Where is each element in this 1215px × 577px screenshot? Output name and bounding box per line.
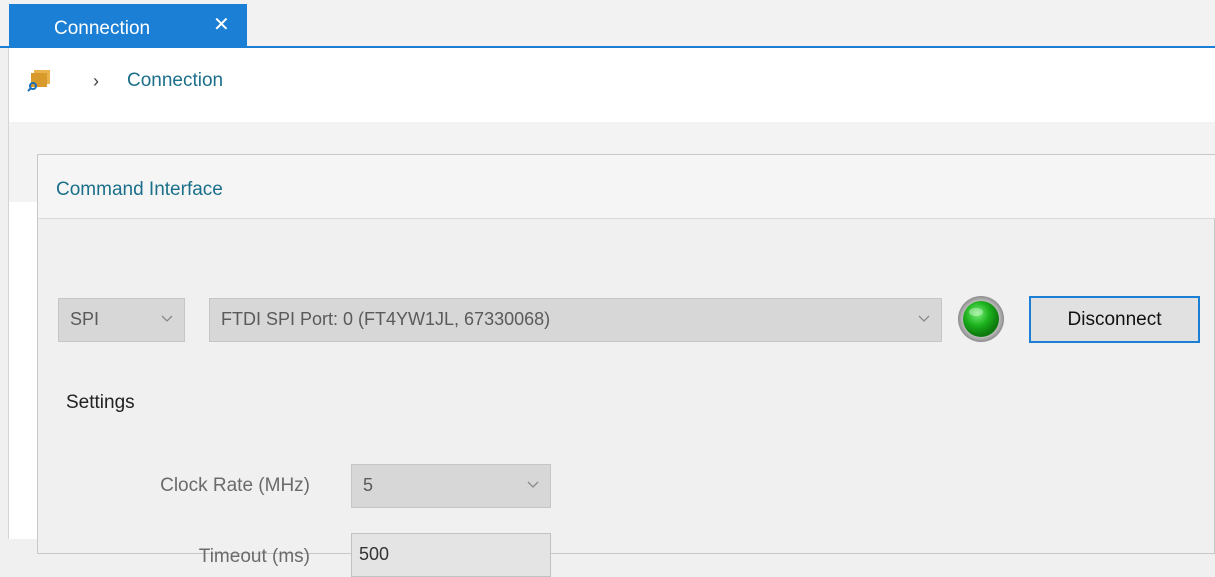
timeout-value: 500: [359, 544, 390, 564]
breadcrumb-current[interactable]: Connection: [127, 69, 223, 93]
chevron-down-icon: [527, 481, 539, 488]
connection-status-indicator: [958, 296, 1004, 342]
port-select[interactable]: FTDI SPI Port: 0 (FT4YW1JL, 67330068): [209, 298, 942, 342]
disconnect-button[interactable]: Disconnect: [1029, 296, 1200, 343]
clock-rate-value: 5: [363, 475, 374, 495]
interface-select-value: SPI: [70, 309, 100, 329]
timeout-input[interactable]: 500: [351, 533, 551, 577]
timeout-label: Timeout (ms): [198, 546, 310, 567]
tab-connection[interactable]: Connection ✕: [9, 4, 247, 46]
breadcrumb: › Connection: [9, 48, 1215, 122]
clock-rate-select[interactable]: 5: [351, 464, 551, 508]
tab-strip: Connection ✕: [0, 0, 1215, 48]
chevron-down-icon: [918, 315, 930, 322]
tab-label: Connection: [54, 18, 151, 39]
clock-rate-label: Clock Rate (MHz): [160, 475, 310, 496]
interface-select[interactable]: SPI: [58, 298, 185, 342]
chevron-right-icon: ›: [93, 71, 99, 91]
command-interface-group: Command Interface SPI FTDI SPI Port: 0 (…: [37, 154, 1215, 577]
close-icon[interactable]: ✕: [213, 14, 230, 36]
settings-heading: Settings: [66, 392, 135, 413]
group-title: Command Interface: [56, 179, 223, 200]
folder-icon[interactable]: [26, 66, 52, 92]
chevron-down-icon: [161, 315, 173, 322]
group-header: Command Interface: [38, 155, 1215, 219]
port-select-value: FTDI SPI Port: 0 (FT4YW1JL, 67330068): [221, 309, 551, 329]
main-panel: › Connection Command Interface SPI FTDI …: [8, 48, 1215, 577]
